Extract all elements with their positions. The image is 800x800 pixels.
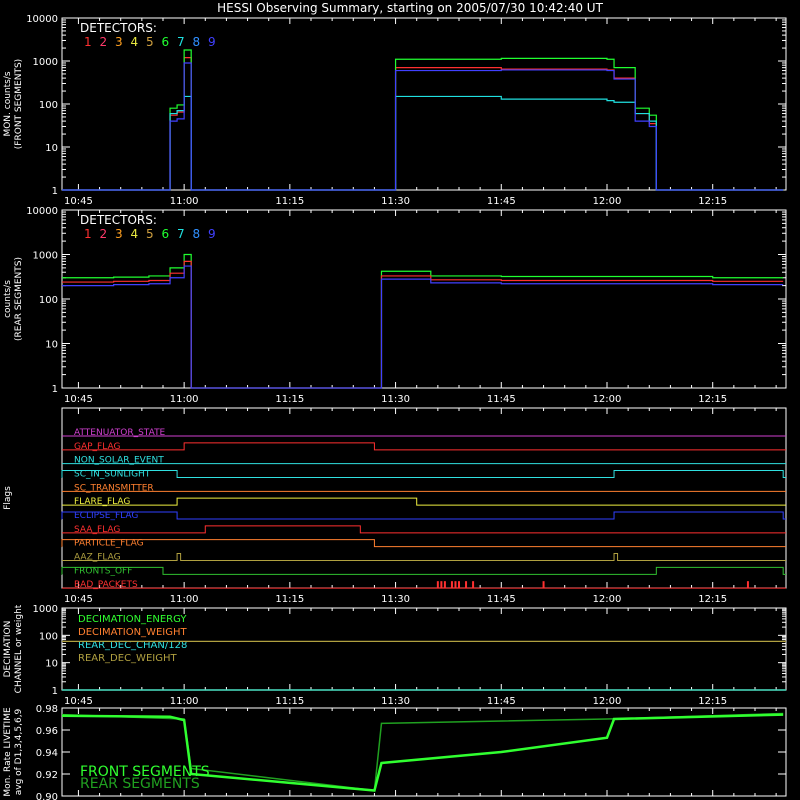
legend-detector-9: 9 xyxy=(208,227,216,241)
x-tick-label: 12:15 xyxy=(698,196,727,207)
flag-label: ECLIPSE_FLAG xyxy=(74,511,138,521)
decimation-legend-item: REAR_DEC_WEIGHT xyxy=(78,653,177,664)
legend-detector-2: 2 xyxy=(100,227,108,241)
y-tick-label: 1000 xyxy=(33,251,58,262)
y-axis-label-rear: counts/s xyxy=(3,280,13,318)
legend-detector-3: 3 xyxy=(115,227,123,241)
y-axis-label-front: MON. counts/s xyxy=(3,71,13,136)
y-tick-label: 100 xyxy=(39,100,58,111)
legend-detector-4: 4 xyxy=(131,35,139,49)
legend-detector-9: 9 xyxy=(208,35,216,49)
y-tick-label: 100 xyxy=(39,295,58,306)
y-tick-label: 10000 xyxy=(26,206,58,217)
x-tick-label: 11:15 xyxy=(275,394,304,405)
y-tick-label: 0.92 xyxy=(36,770,58,781)
x-tick-label: 12:15 xyxy=(698,594,727,605)
flag-label: SAA_FLAG xyxy=(74,525,120,535)
x-tick-label: 11:30 xyxy=(381,594,410,605)
y-tick-label: 0.96 xyxy=(36,726,58,737)
x-tick-label: 11:45 xyxy=(487,594,516,605)
y-axis-label-rear: (REAR SEGMENTS) xyxy=(14,257,24,341)
legend-detector-6: 6 xyxy=(162,35,170,49)
x-tick-label: 11:15 xyxy=(275,196,304,207)
y-tick-label: 1000 xyxy=(33,57,58,68)
decimation-legend-item: DECIMATION_ENERGY xyxy=(78,614,187,625)
y-axis-label-flags: Flags xyxy=(3,486,13,510)
legend-detector-5: 5 xyxy=(146,227,154,241)
y-axis-label-decimation: DECIMATION xyxy=(3,621,13,678)
x-tick-label: 11:00 xyxy=(170,196,199,207)
y-tick-label: 0.98 xyxy=(36,704,58,715)
y-axis-label-decimation: CHANNEL or weight xyxy=(14,604,24,693)
y-tick-label: 1000 xyxy=(33,604,58,615)
flag-label: SC_IN_SUNLIGHT xyxy=(74,470,151,480)
flag-label: FLARE_FLAG xyxy=(74,497,130,507)
y-tick-label: 100 xyxy=(39,631,58,642)
legend-detector-5: 5 xyxy=(146,35,154,49)
livetime-legend-item: FRONT SEGMENTS xyxy=(80,764,210,780)
decimation-legend-item: DECIMATION_WEIGHT xyxy=(78,627,187,638)
x-tick-label: 10:45 xyxy=(64,196,93,207)
x-tick-label: 11:15 xyxy=(275,594,304,605)
x-tick-label: 12:15 xyxy=(698,394,727,405)
legend-detector-7: 7 xyxy=(177,227,185,241)
y-tick-label: 0.90 xyxy=(36,792,58,800)
x-tick-label: 11:15 xyxy=(275,696,304,707)
y-tick-label: 0.94 xyxy=(36,748,58,759)
legend-detector-1: 1 xyxy=(84,227,92,241)
y-tick-label: 10000 xyxy=(26,14,58,25)
x-tick-label: 11:00 xyxy=(170,394,199,405)
y-tick-label: 1 xyxy=(52,686,58,697)
x-tick-label: 11:45 xyxy=(487,696,516,707)
flag-label: GAP_FLAG xyxy=(74,442,120,452)
legend-detector-4: 4 xyxy=(131,227,139,241)
y-tick-label: 10 xyxy=(45,340,58,351)
x-tick-label: 12:00 xyxy=(593,394,622,405)
flag-label: SC_TRANSMITTER xyxy=(74,483,154,493)
y-tick-label: 10 xyxy=(45,143,58,154)
y-axis-label-livetime: Mon. Rate LIVETIME xyxy=(3,707,13,797)
legend-detector-1: 1 xyxy=(84,35,92,49)
x-tick-label: 11:30 xyxy=(381,696,410,707)
flag-label: FRONTS_OFF xyxy=(74,566,132,576)
x-tick-label: 10:45 xyxy=(64,394,93,405)
x-tick-label: 12:00 xyxy=(593,196,622,207)
x-tick-label: 10:45 xyxy=(64,696,93,707)
y-axis-label-front: (FRONT SEGMENTS) xyxy=(14,59,24,149)
flag-label: BAD_PACKETS xyxy=(74,580,138,590)
legend-detector-6: 6 xyxy=(162,227,170,241)
y-tick-label: 1 xyxy=(52,384,58,395)
y-axis-label-livetime: avg of D1,3,4,5,6,9 xyxy=(14,708,24,795)
x-tick-label: 12:15 xyxy=(698,696,727,707)
legend-title: DETECTORS: xyxy=(80,21,157,35)
x-tick-label: 11:00 xyxy=(170,696,199,707)
legend-detector-8: 8 xyxy=(193,227,201,241)
y-tick-label: 1 xyxy=(52,186,58,197)
flag-label: NON_SOLAR_EVENT xyxy=(74,456,164,466)
x-tick-label: 11:30 xyxy=(381,196,410,207)
flag-label: AAZ_FLAG xyxy=(74,553,121,563)
legend-title: DETECTORS: xyxy=(80,213,157,227)
x-tick-label: 10:45 xyxy=(64,594,93,605)
figure-title: HESSI Observing Summary, starting on 200… xyxy=(217,1,603,15)
legend-detector-2: 2 xyxy=(100,35,108,49)
x-tick-label: 11:00 xyxy=(170,594,199,605)
x-tick-label: 11:45 xyxy=(487,394,516,405)
observing-summary-figure: HESSI Observing Summary, starting on 200… xyxy=(0,0,800,800)
x-tick-label: 12:00 xyxy=(593,594,622,605)
legend-detector-3: 3 xyxy=(115,35,123,49)
x-tick-label: 11:45 xyxy=(487,196,516,207)
x-tick-label: 11:30 xyxy=(381,394,410,405)
y-tick-label: 10 xyxy=(45,659,58,670)
legend-detector-7: 7 xyxy=(177,35,185,49)
flag-label: PARTICLE_FLAG xyxy=(74,539,144,549)
x-tick-label: 12:00 xyxy=(593,696,622,707)
flag-label: ATTENUATOR_STATE xyxy=(74,428,166,438)
legend-detector-8: 8 xyxy=(193,35,201,49)
